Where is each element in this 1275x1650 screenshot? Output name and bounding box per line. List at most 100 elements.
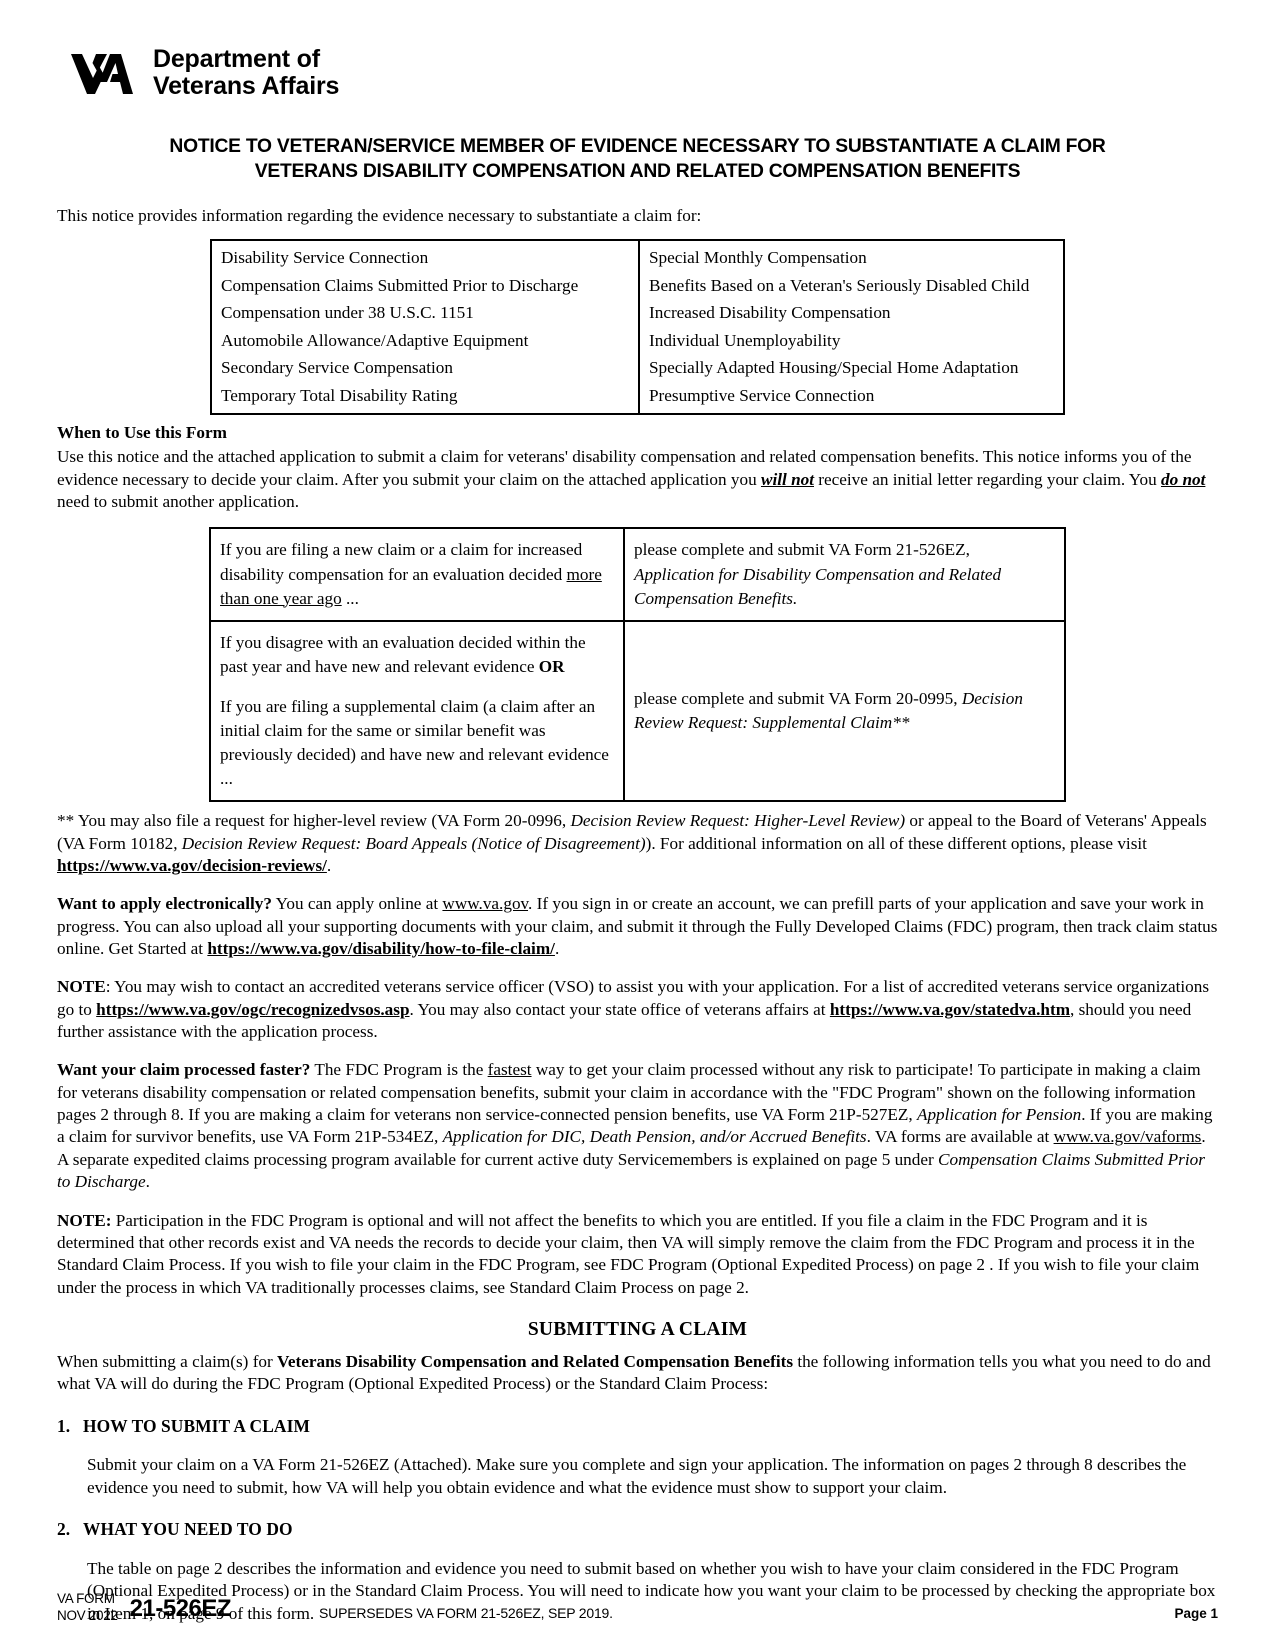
filing-row1-condition: If you are filing a new claim or a claim… bbox=[209, 527, 625, 622]
when-to-use-emph2: do not bbox=[1160, 469, 1206, 489]
footer-form-label: VA FORM NOV 2022 bbox=[57, 1591, 118, 1624]
list-item: Temporary Total Disability Rating bbox=[221, 385, 458, 405]
footnote-italic2: Decision Review Request: Board Appeals (… bbox=[181, 833, 646, 853]
item-1-heading: 1. HOW TO SUBMIT A CLAIM bbox=[57, 1416, 1218, 1437]
item-2-title: WHAT YOU NEED TO DO bbox=[83, 1519, 293, 1540]
footer-form-identity: VA FORM NOV 2022 21-526EZ bbox=[57, 1591, 232, 1624]
list-item: Automobile Allowance/Adaptive Equipment bbox=[221, 330, 529, 350]
when-to-use-body: Use this notice and the attached applica… bbox=[57, 446, 1218, 513]
filing-row1-action-italic: Application for Disability Compensation … bbox=[634, 564, 1002, 608]
filing-row1-action-plain: please complete and submit VA Form 21-52… bbox=[634, 540, 970, 560]
filing-row1-action: please complete and submit VA Form 21-52… bbox=[623, 527, 1066, 622]
apply-electronically-lead: Want to apply electronically? bbox=[57, 894, 272, 914]
claim-processed-faster-paragraph: Want your claim processed faster? The FD… bbox=[57, 1059, 1218, 1193]
filing-instructions-table: If you are filing a new claim or a claim… bbox=[209, 527, 1066, 803]
filing-row1-cond-part1: If you are filing a new claim or a claim… bbox=[220, 540, 583, 584]
document-header: Department of Veterans Affairs bbox=[69, 38, 1218, 108]
faster-part6: . bbox=[145, 1172, 150, 1192]
claim-types-left-list: Disability Service Connection Compensati… bbox=[221, 241, 628, 413]
how-to-file-claim-link[interactable]: https://www.va.gov/disability/how-to-fil… bbox=[207, 939, 555, 958]
filing-row2-action-text: please complete and submit VA Form 20-09… bbox=[634, 687, 1054, 735]
when-to-use-text3: need to submit another application. bbox=[57, 492, 299, 512]
submitting-bold1: Veterans Disability Compensation and Rel… bbox=[277, 1352, 794, 1371]
apply-part1: You can apply online at bbox=[272, 894, 443, 914]
faster-italic2: Application for DIC, Death Pension, and/… bbox=[442, 1127, 867, 1147]
faster-italic1: Application for Pension bbox=[916, 1105, 1082, 1125]
faster-lead: Want your claim processed faster? bbox=[57, 1060, 311, 1080]
filing-row2-condition: If you disagree with an evaluation decid… bbox=[209, 619, 625, 803]
va-gov-link[interactable]: www.va.gov bbox=[442, 894, 528, 913]
when-to-use-text2: receive an initial letter regarding your… bbox=[814, 469, 1161, 489]
item-1-title: HOW TO SUBMIT A CLAIM bbox=[83, 1415, 310, 1436]
filing-row2-cond-a-part1: If you disagree with an evaluation decid… bbox=[220, 632, 586, 676]
page-title: NOTICE TO VETERAN/SERVICE MEMBER OF EVID… bbox=[63, 134, 1212, 185]
footnote-higher-level-review: ** You may also file a request for highe… bbox=[57, 810, 1218, 877]
agency-name: Department of Veterans Affairs bbox=[153, 46, 339, 100]
note-vso-paragraph: NOTE: You may wish to contact an accredi… bbox=[57, 976, 1218, 1043]
footnote-part3: ). For additional information on all of … bbox=[645, 833, 1147, 853]
filing-row1-cond-part2: ... bbox=[341, 588, 359, 608]
table-row: Disability Service Connection Compensati… bbox=[210, 239, 1065, 416]
table-row: If you disagree with an evaluation decid… bbox=[209, 619, 1066, 803]
filing-row2-action-plain: please complete and submit VA Form 20-09… bbox=[634, 688, 962, 708]
page-title-line2: VETERANS DISABILITY COMPENSATION AND REL… bbox=[254, 161, 1021, 183]
page-title-line1: NOTICE TO VETERAN/SERVICE MEMBER OF EVID… bbox=[169, 136, 1106, 157]
footnote-part1: ** You may also file a request for highe… bbox=[57, 811, 571, 831]
footer-form-label-line2: NOV 2022 bbox=[57, 1607, 118, 1623]
note-fdc-paragraph: NOTE: Participation in the FDC Program i… bbox=[57, 1210, 1218, 1299]
note-vso-part2: . You may also contact your state office… bbox=[409, 999, 830, 1019]
agency-name-line1: Department of bbox=[153, 45, 320, 73]
claim-types-right-cell: Special Monthly Compensation Benefits Ba… bbox=[638, 239, 1065, 416]
item-1-number: 1. bbox=[57, 1415, 71, 1436]
document-page: Department of Veterans Affairs NOTICE TO… bbox=[0, 0, 1275, 1650]
list-item: Increased Disability Compensation bbox=[649, 303, 891, 323]
submitting-part1: When submitting a claim(s) for bbox=[57, 1352, 278, 1371]
list-item: Individual Unemployability bbox=[649, 330, 841, 350]
faster-underline1: fastest bbox=[487, 1060, 532, 1080]
faster-part1: The FDC Program is the bbox=[310, 1060, 488, 1080]
recognized-vsos-link[interactable]: https://www.va.gov/ogc/recognizedvsos.as… bbox=[96, 1000, 409, 1019]
filing-row1-condition-text: If you are filing a new claim or a claim… bbox=[220, 538, 613, 610]
filing-row1-action-text: please complete and submit VA Form 21-52… bbox=[634, 538, 1054, 610]
list-item: Secondary Service Compensation bbox=[221, 358, 453, 378]
footnote-part4: . bbox=[326, 855, 332, 875]
list-item: Presumptive Service Connection bbox=[649, 385, 875, 405]
filing-row2-condition-b: If you are filing a supplemental claim (… bbox=[220, 696, 609, 789]
va-logo-icon bbox=[69, 48, 135, 98]
submitting-intro-paragraph: When submitting a claim(s) for Veterans … bbox=[57, 1351, 1218, 1396]
apply-part3: . bbox=[554, 938, 560, 958]
footer-page-number: Page 1 bbox=[1174, 1606, 1218, 1621]
list-item: Disability Service Connection bbox=[221, 248, 429, 268]
when-to-use-heading: When to Use this Form bbox=[57, 423, 227, 443]
claim-types-right-list: Special Monthly Compensation Benefits Ba… bbox=[649, 241, 1053, 413]
list-item: Specially Adapted Housing/Special Home A… bbox=[649, 358, 1019, 378]
list-item: Compensation under 38 U.S.C. 1151 bbox=[221, 303, 474, 323]
item-2-number: 2. bbox=[57, 1519, 71, 1540]
note-vso-lead: NOTE bbox=[57, 977, 106, 997]
footer-form-label-line1: VA FORM bbox=[57, 1591, 115, 1607]
note-fdc-text: Participation in the FDC Program is opti… bbox=[57, 1210, 1200, 1297]
item-2-heading: 2. WHAT YOU NEED TO DO bbox=[57, 1519, 1218, 1540]
list-item: Benefits Based on a Veteran's Seriously … bbox=[649, 275, 1030, 295]
footnote-italic1: Decision Review Request: Higher-Level Re… bbox=[570, 811, 906, 831]
note-fdc-lead: NOTE: bbox=[57, 1210, 112, 1230]
filing-row2-condition-a: If you disagree with an evaluation decid… bbox=[220, 631, 613, 679]
footer-supersedes: SUPERSEDES VA FORM 21-526EZ, SEP 2019. bbox=[319, 1605, 613, 1621]
decision-reviews-link[interactable]: https://www.va.gov/decision-reviews/ bbox=[57, 856, 327, 875]
table-row: If you are filing a new claim or a claim… bbox=[209, 527, 1066, 622]
state-dva-link[interactable]: https://www.va.gov/statedva.htm bbox=[830, 1000, 1070, 1019]
when-to-use-emph1: will not bbox=[760, 469, 814, 489]
list-item: Special Monthly Compensation bbox=[649, 248, 867, 268]
faster-part4: . VA forms are available at bbox=[866, 1127, 1054, 1147]
va-forms-link[interactable]: www.va.gov/vaforms bbox=[1054, 1127, 1202, 1146]
list-item: Compensation Claims Submitted Prior to D… bbox=[221, 275, 579, 295]
footer-form-number: 21-526EZ bbox=[129, 1595, 232, 1622]
claim-types-left-cell: Disability Service Connection Compensati… bbox=[210, 239, 640, 416]
filing-row2-cond-a-bold: OR bbox=[538, 656, 565, 676]
agency-name-line2: Veterans Affairs bbox=[153, 72, 340, 100]
intro-text: This notice provides information regardi… bbox=[57, 205, 702, 225]
filing-row2-action: please complete and submit VA Form 20-09… bbox=[623, 619, 1066, 803]
page-footer: VA FORM NOV 2022 21-526EZ SUPERSEDES VA … bbox=[57, 1591, 1218, 1624]
claim-types-table: Disability Service Connection Compensati… bbox=[210, 239, 1065, 416]
